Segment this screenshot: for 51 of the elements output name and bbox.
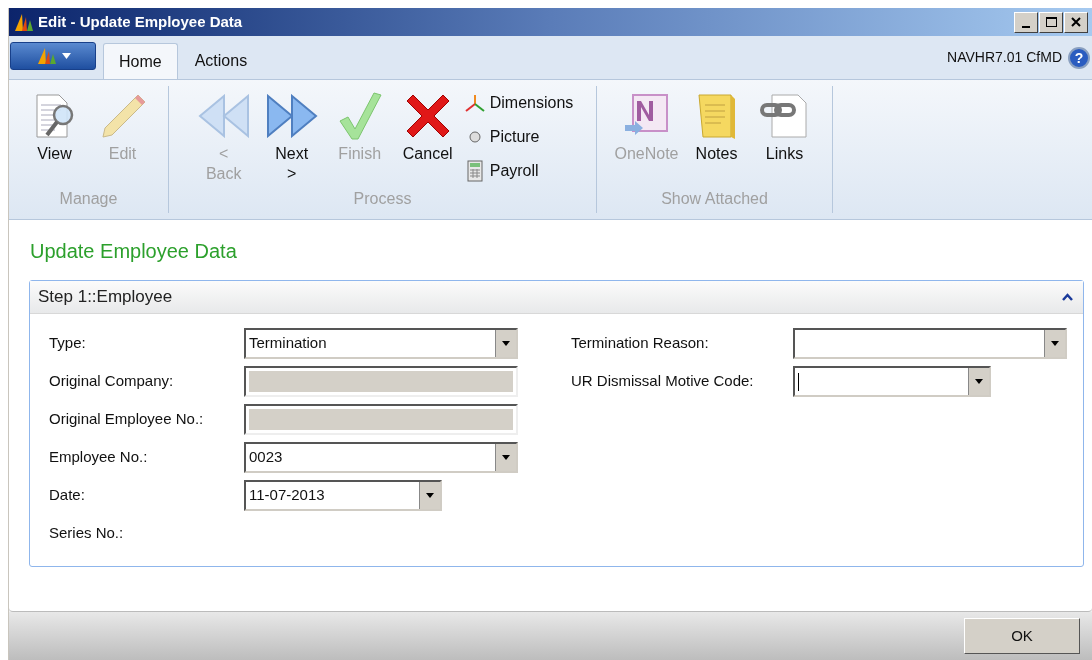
app-logo-icon	[13, 12, 35, 32]
ribbon-button[interactable]: Payroll	[463, 158, 574, 184]
dimensions-icon	[463, 93, 486, 113]
help-button[interactable]: ?	[1068, 46, 1090, 69]
page-title: Update Employee Data	[30, 239, 238, 264]
field-label: Employee No.:	[49, 447, 149, 468]
double-back-arrow-icon	[197, 94, 250, 138]
dropdown-arrow-icon[interactable]	[426, 493, 434, 498]
caret-icon	[61, 53, 71, 59]
check-mark-icon	[337, 91, 382, 141]
ribbon-button[interactable]: Cancel	[395, 88, 460, 164]
app-menu-button[interactable]	[10, 42, 96, 70]
ribbon-tab[interactable]: Home	[103, 43, 178, 79]
ok-button[interactable]: OK	[964, 618, 1080, 654]
field-label: UR Dismissal Motive Code:	[571, 371, 755, 392]
dropdown-field[interactable]: Termination	[244, 328, 518, 359]
ribbon-tab[interactable]: Actions	[179, 43, 263, 79]
dropdown-field[interactable]	[793, 366, 991, 397]
ribbon-button[interactable]: Notes	[684, 88, 749, 164]
dropdown-field[interactable]: 0023	[244, 442, 518, 473]
field-label: Original Employee No.:	[49, 409, 205, 430]
close-icon	[1071, 17, 1081, 27]
field-label: Date:	[49, 485, 86, 506]
double-forward-arrow-icon	[265, 94, 318, 138]
ribbon-button[interactable]: Next >	[259, 88, 324, 184]
field-label: Series No.:	[49, 523, 125, 544]
close-button[interactable]	[1064, 11, 1088, 33]
dropdown-arrow-icon[interactable]	[502, 341, 510, 346]
field-label: Original Company:	[49, 371, 175, 392]
dropdown-arrow-icon[interactable]	[1051, 341, 1059, 346]
ribbon-group-label: Show Attached	[661, 189, 768, 209]
app-logo-icon	[35, 47, 58, 65]
field-label: Termination Reason:	[571, 333, 710, 354]
minimize-button[interactable]	[1014, 11, 1038, 33]
section-title: Step 1::Employee	[38, 286, 173, 309]
maximize-button[interactable]	[1039, 11, 1063, 33]
ribbon-button[interactable]: Dimensions	[463, 90, 574, 116]
dropdown-arrow-icon[interactable]	[975, 379, 983, 384]
ribbon-button[interactable]: Picture	[463, 124, 574, 150]
window-title: Edit - Update Employee Data	[38, 11, 243, 32]
dropdown-field[interactable]	[793, 328, 1067, 359]
field-label: Type:	[49, 333, 87, 354]
collapse-icon[interactable]	[1062, 293, 1073, 301]
server-label: NAVHR7.01 CfMD	[947, 48, 1062, 67]
ribbon-button[interactable]: Links	[752, 88, 817, 164]
ribbon-group-label: Manage	[59, 189, 118, 209]
dropdown-field[interactable]: 11-07-2013	[244, 480, 442, 511]
link-document-icon	[759, 91, 810, 141]
ribbon-button[interactable]: View	[22, 88, 87, 164]
dropdown-arrow-icon[interactable]	[502, 455, 510, 460]
ribbon-group-label: Process	[353, 189, 412, 209]
